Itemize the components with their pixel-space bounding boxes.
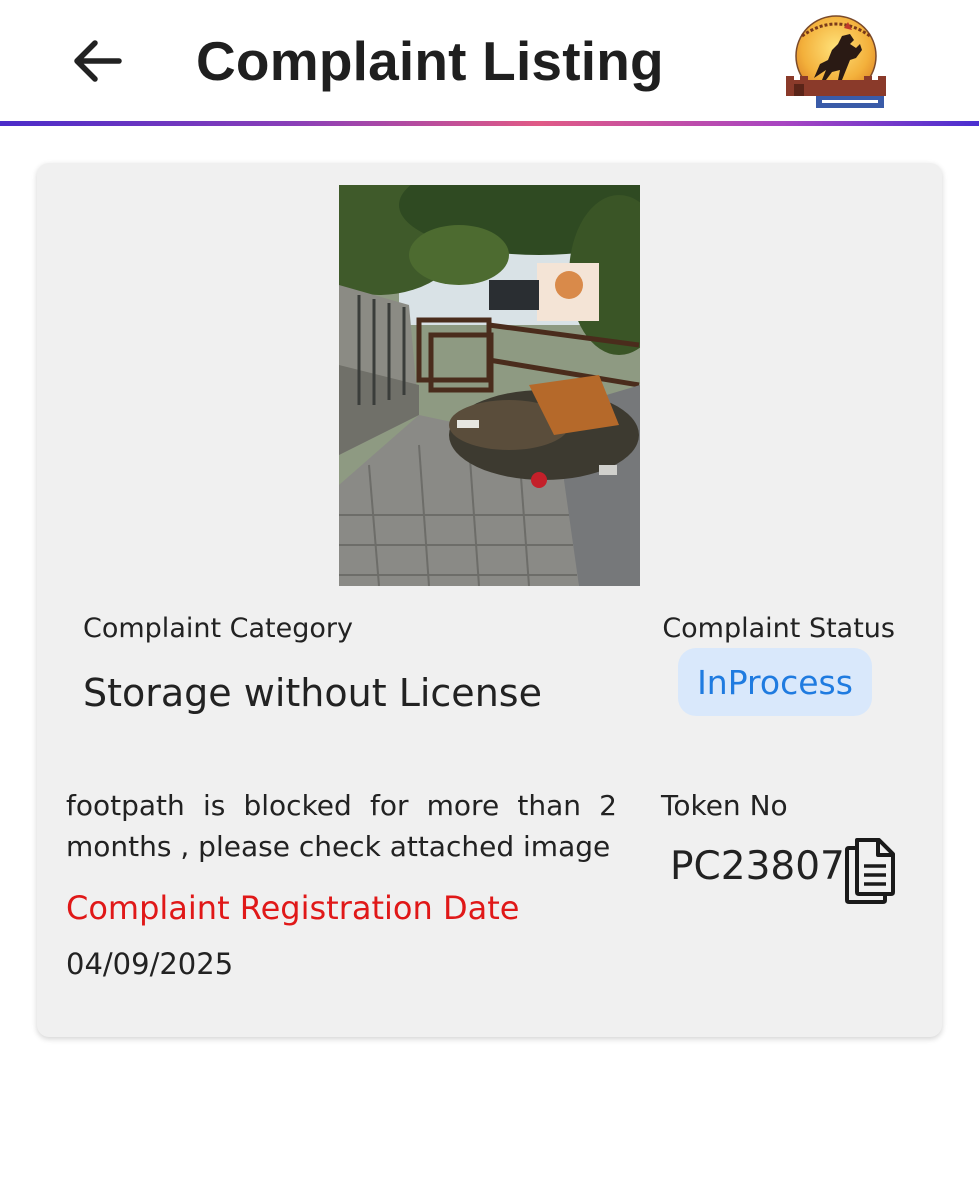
status-badge[interactable]: InProcess [678,648,872,716]
complaint-photo[interactable] [339,185,640,586]
page-title: Complaint Listing [196,30,664,92]
copy-token-button[interactable] [845,836,897,904]
complaint-description: footpath is blocked for more than 2 mont… [66,789,617,863]
arrow-left-icon [74,40,122,82]
token-label: Token No [661,789,788,822]
status-label: Complaint Status [662,613,895,644]
copy-document-icon [845,838,895,904]
complaint-card[interactable]: Complaint Category Storage without Licen… [37,163,942,1037]
category-value: Storage without License [83,671,542,715]
header-divider [0,121,979,126]
category-label: Complaint Category [83,613,353,644]
token-value: PC23807 [670,844,845,889]
registration-date-value: 04/09/2025 [66,947,234,981]
back-button[interactable] [68,32,126,90]
registration-date-label: Complaint Registration Date [66,889,520,927]
municipal-logo [780,14,888,110]
app-header: Complaint Listing [0,0,979,126]
